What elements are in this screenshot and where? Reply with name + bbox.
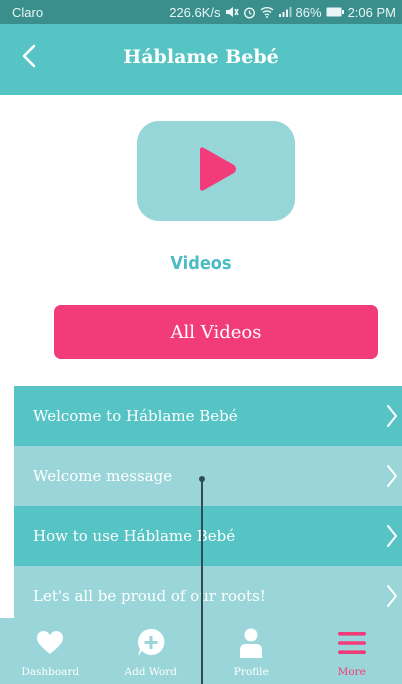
tab-label: Dashboard: [21, 666, 80, 678]
battery-icon: [326, 7, 344, 17]
carrier-label: Claro: [12, 4, 44, 20]
tab-label: More: [337, 666, 366, 678]
tab-label: Add Word: [124, 666, 177, 678]
tab-label: Profile: [233, 666, 269, 678]
touch-pointer-trail: [201, 478, 203, 684]
play-icon: [194, 146, 238, 196]
all-videos-button[interactable]: All Videos: [54, 305, 378, 359]
tab-more[interactable]: More: [302, 618, 402, 684]
tab-profile[interactable]: Profile: [201, 618, 302, 684]
clock: 2:06 PM: [347, 4, 396, 20]
network-speed: 226.6K/s: [169, 4, 221, 20]
mute-icon: [225, 6, 239, 18]
list-item[interactable]: Let's all be proud of our roots!: [14, 566, 402, 626]
list-item-label: Let's all be proud of our roots!: [33, 587, 266, 605]
menu-icon: [337, 628, 366, 658]
list-item-label: How to use Háblame Bebé: [33, 527, 236, 545]
signal-icon: [278, 6, 292, 18]
heart-icon: [37, 628, 64, 658]
list-item[interactable]: How to use Háblame Bebé: [14, 506, 402, 566]
list-item[interactable]: Welcome message: [14, 446, 402, 506]
list-item-label: Welcome to Háblame Bebé: [33, 407, 238, 425]
status-indicators: 226.6K/s 86% 2:06 PM: [169, 5, 396, 20]
touch-pointer: [199, 476, 205, 482]
chevron-right-icon: [386, 464, 398, 488]
list-item[interactable]: Welcome to Háblame Bebé: [14, 386, 402, 446]
list-item-label: Welcome message: [33, 467, 173, 485]
section-title: Videos: [170, 253, 232, 274]
chevron-right-icon: [386, 524, 398, 548]
status-bar: Claro 226.6K/s 86% 2:06 PM: [0, 0, 402, 24]
app-header: Háblame Bebé: [0, 24, 402, 95]
video-list: Welcome to Háblame Bebé Welcome message …: [14, 386, 402, 626]
alarm-icon: [243, 6, 256, 19]
tab-add-word[interactable]: Add Word: [101, 618, 202, 684]
page-title: Háblame Bebé: [123, 46, 279, 68]
tab-dashboard[interactable]: Dashboard: [0, 618, 101, 684]
video-thumbnail[interactable]: [137, 121, 295, 221]
battery-percent: 86%: [295, 4, 322, 20]
chevron-right-icon: [386, 584, 398, 608]
plus-circle-icon: [136, 628, 166, 658]
wifi-icon: [260, 6, 274, 18]
person-icon: [239, 628, 263, 658]
chevron-right-icon: [386, 404, 398, 428]
